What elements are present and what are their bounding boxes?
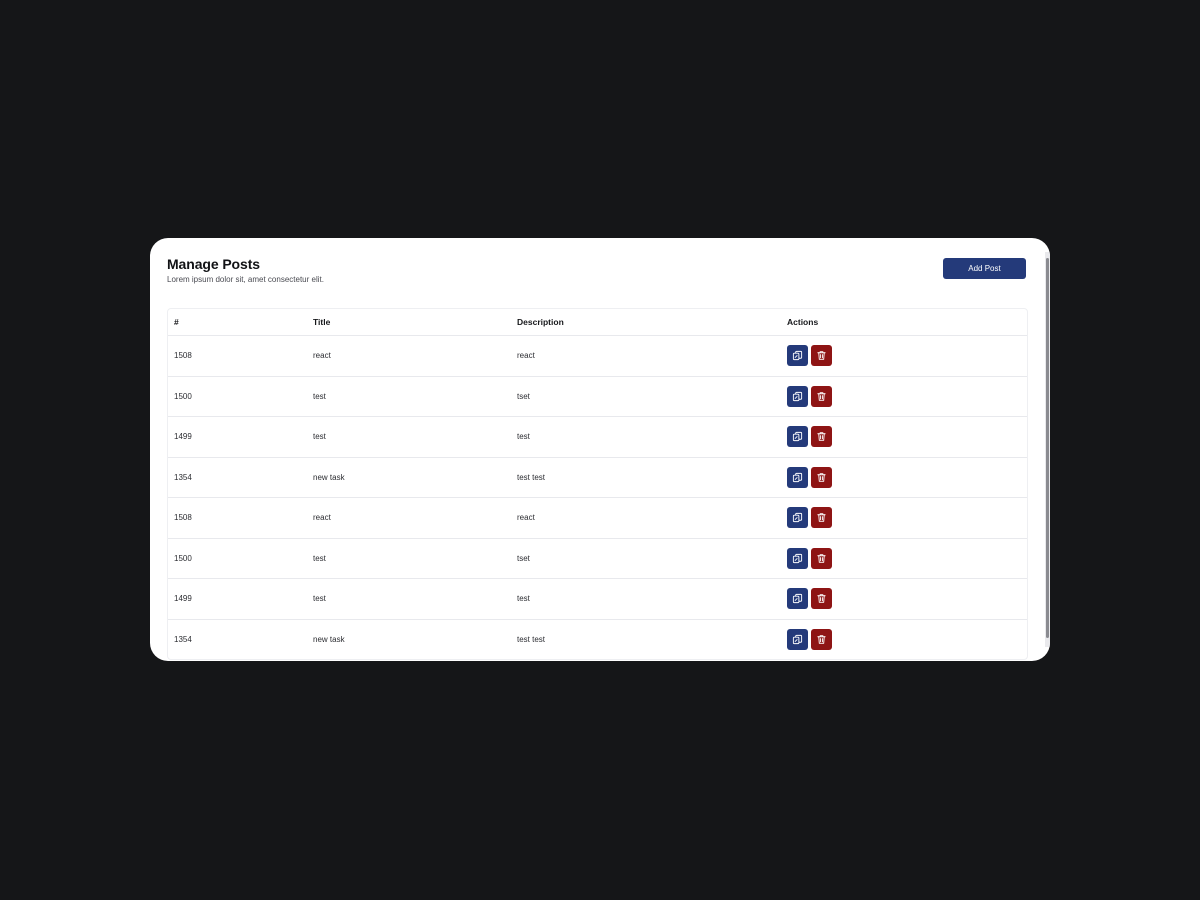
row-actions (787, 466, 1027, 488)
row-actions (787, 426, 1027, 448)
edit-copy-icon (792, 634, 803, 644)
table-header-row: # Title Description Actions (168, 309, 1027, 336)
delete-button[interactable] (811, 426, 832, 448)
delete-button[interactable] (811, 628, 832, 650)
trash-icon (817, 432, 826, 442)
column-header-description: Description (511, 309, 781, 336)
row-actions (787, 345, 1027, 367)
cell-actions (781, 538, 1027, 579)
cell-description: test (511, 416, 781, 458)
table-row: 1499 test test (168, 578, 1027, 620)
cell-actions (781, 578, 1027, 620)
trash-icon (817, 553, 826, 563)
cell-id: 1499 (168, 578, 307, 620)
edit-button[interactable] (787, 507, 808, 529)
edit-copy-icon (792, 513, 803, 523)
manage-posts-card: Manage Posts Lorem ipsum dolor sit, amet… (150, 238, 1050, 661)
cell-title: test (307, 538, 511, 579)
edit-button[interactable] (787, 466, 808, 488)
cell-description: react (511, 335, 781, 377)
edit-copy-icon (792, 594, 803, 604)
cell-actions (781, 335, 1027, 377)
edit-button[interactable] (787, 628, 808, 650)
edit-button[interactable] (787, 547, 808, 569)
column-header-id: # (168, 309, 307, 336)
trash-icon (817, 594, 826, 604)
edit-copy-icon (792, 432, 803, 442)
cell-description: tset (511, 376, 781, 417)
cell-title: new task (313, 634, 345, 644)
delete-button[interactable] (811, 466, 832, 488)
cell-title: test (307, 376, 511, 417)
table-body: 1508 react react 1500 test tset 1499 tes… (168, 335, 1027, 660)
cell-title: react (307, 497, 511, 539)
delete-button[interactable] (811, 588, 832, 610)
cell-description: react (511, 497, 781, 539)
table-row: 1354 new task test test (168, 619, 1027, 659)
cell-actions (781, 416, 1027, 458)
posts-table-container: # Title Description Actions 1508 react r… (167, 308, 1028, 660)
cell-description: test test (517, 634, 546, 644)
cell-id: 1500 (168, 376, 307, 417)
column-header-title: Title (307, 309, 511, 336)
cell-id: 1354 (168, 457, 307, 498)
edit-copy-icon (792, 391, 803, 401)
cell-description: test (511, 578, 781, 620)
posts-table: # Title Description Actions 1508 react r… (168, 309, 1027, 659)
trash-icon (817, 391, 826, 401)
cell-title: new task (307, 457, 511, 498)
table-row: 1354 new task test test (168, 457, 1027, 498)
row-actions (787, 628, 1027, 650)
row-actions (787, 588, 1027, 610)
cell-actions (781, 457, 1027, 498)
scrollbar-thumb[interactable] (1046, 258, 1049, 638)
delete-button[interactable] (811, 385, 832, 407)
table-row: 1499 test test (168, 416, 1027, 458)
row-actions (787, 547, 1027, 569)
cell-title: react (307, 335, 511, 377)
edit-copy-icon (792, 351, 803, 361)
add-post-button[interactable]: Add Post (943, 258, 1026, 279)
table-row: 1508 react react (168, 335, 1027, 377)
cell-actions (781, 376, 1027, 417)
cell-id: 1354 (174, 634, 192, 644)
cell-title: test (307, 578, 511, 620)
cell-actions (781, 619, 1027, 659)
table-row: 1508 react react (168, 497, 1027, 539)
delete-button[interactable] (811, 547, 832, 569)
trash-icon (817, 634, 826, 644)
cell-description: tset (511, 538, 781, 579)
cell-id: 1500 (168, 538, 307, 579)
cell-actions (781, 497, 1027, 539)
edit-button[interactable] (787, 426, 808, 448)
page-header: Manage Posts Lorem ipsum dolor sit, amet… (167, 256, 1026, 296)
trash-icon (817, 351, 826, 361)
page-subtitle: Lorem ipsum dolor sit, amet consectetur … (167, 275, 324, 284)
edit-copy-icon (792, 472, 803, 482)
table-row: 1500 test tset (168, 376, 1027, 417)
cell-id: 1499 (168, 416, 307, 458)
delete-button[interactable] (811, 507, 832, 529)
page-title: Manage Posts (167, 256, 260, 272)
edit-button[interactable] (787, 345, 808, 367)
trash-icon (817, 472, 826, 482)
cell-title: test (307, 416, 511, 458)
table-row: 1500 test tset (168, 538, 1027, 579)
cell-id: 1508 (168, 335, 307, 377)
edit-copy-icon (792, 553, 803, 563)
cell-id: 1508 (168, 497, 307, 539)
trash-icon (817, 513, 826, 523)
row-actions (787, 507, 1027, 529)
edit-button[interactable] (787, 385, 808, 407)
column-header-actions: Actions (781, 309, 1027, 336)
delete-button[interactable] (811, 345, 832, 367)
edit-button[interactable] (787, 588, 808, 610)
row-actions (787, 385, 1027, 407)
cell-description: test test (511, 457, 781, 498)
